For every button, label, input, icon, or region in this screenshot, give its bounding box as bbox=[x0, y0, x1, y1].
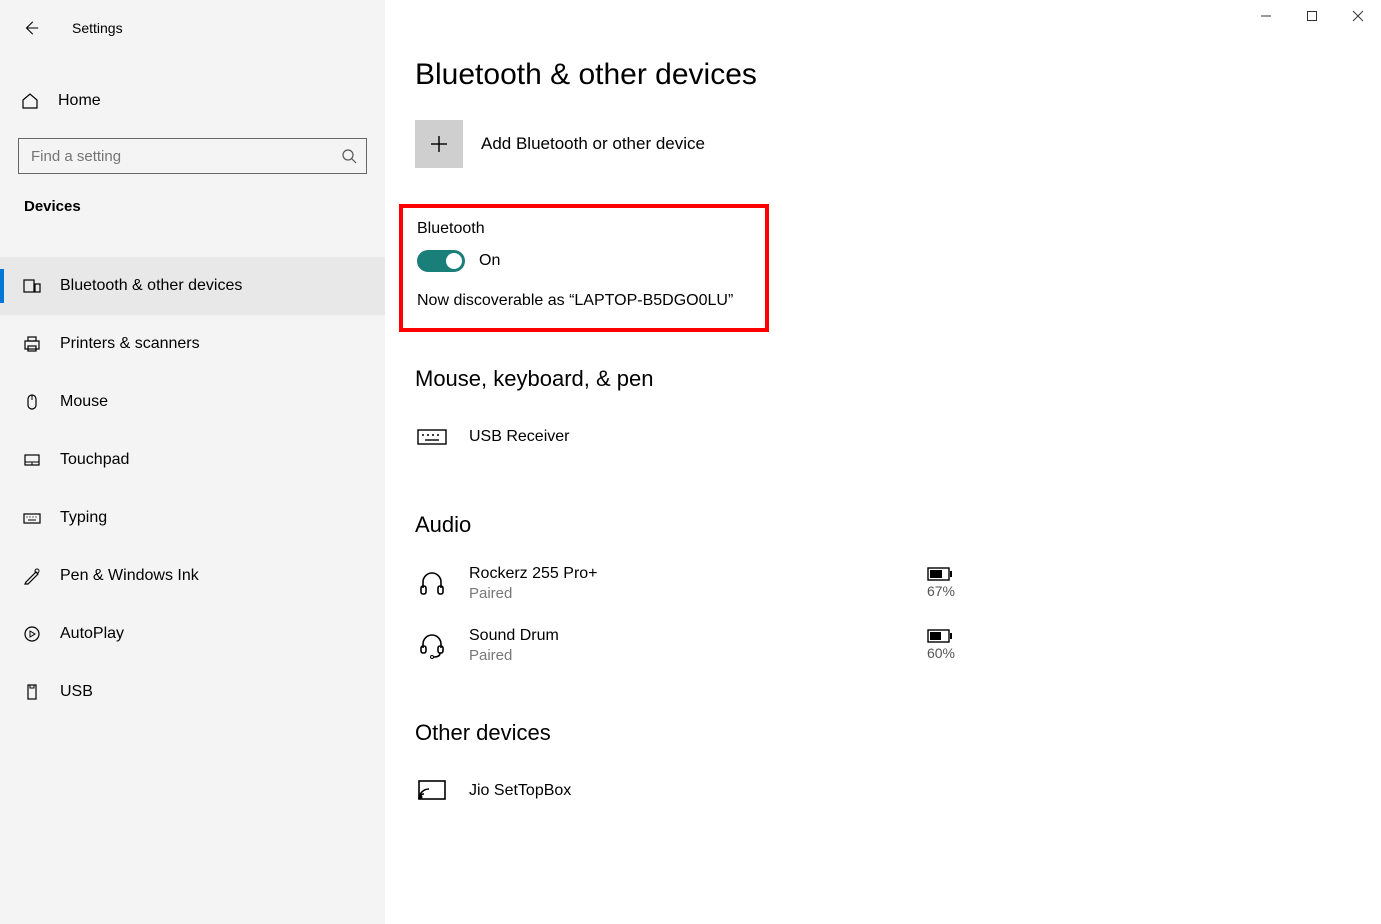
search-input[interactable] bbox=[18, 138, 367, 174]
sidebar-item-bluetooth[interactable]: Bluetooth & other devices bbox=[0, 257, 385, 315]
mouse-icon bbox=[22, 392, 42, 412]
sidebar-item-typing[interactable]: Typing bbox=[0, 489, 385, 547]
page-title: Bluetooth & other devices bbox=[415, 58, 1381, 92]
battery-percent: 60% bbox=[927, 645, 955, 661]
device-name: USB Receiver bbox=[469, 428, 955, 446]
titlebar bbox=[0, 0, 1381, 36]
sidebar-item-pen[interactable]: Pen & Windows Ink bbox=[0, 547, 385, 605]
window-controls bbox=[1243, 0, 1381, 32]
battery-icon bbox=[927, 629, 953, 643]
sidebar-item-label: Pen & Windows Ink bbox=[60, 567, 199, 585]
sidebar-item-label: Touchpad bbox=[60, 451, 129, 469]
section-mouse-keyboard: Mouse, keyboard, & pen USB Receiver bbox=[415, 366, 1381, 468]
keyboard-icon bbox=[22, 508, 42, 528]
device-item[interactable]: Sound Drum Paired 60% bbox=[415, 614, 955, 676]
device-battery: 67% bbox=[927, 567, 955, 599]
autoplay-icon bbox=[22, 624, 42, 644]
maximize-button[interactable] bbox=[1289, 0, 1335, 32]
battery-percent: 67% bbox=[927, 583, 955, 599]
headset-icon bbox=[415, 628, 449, 662]
sidebar-item-label: Typing bbox=[60, 509, 107, 527]
sidebar-item-mouse[interactable]: Mouse bbox=[0, 373, 385, 431]
sidebar: Settings Home Devices Bluetooth & other … bbox=[0, 0, 385, 924]
sidebar-item-usb[interactable]: USB bbox=[0, 663, 385, 721]
device-item[interactable]: Jio SetTopBox bbox=[415, 760, 955, 822]
bluetooth-highlight: Bluetooth On Now discoverable as “LAPTOP… bbox=[399, 204, 769, 332]
battery-icon bbox=[927, 567, 953, 581]
device-name: Rockerz 255 Pro+ bbox=[469, 565, 907, 583]
device-battery: 60% bbox=[927, 629, 955, 661]
section-title: Mouse, keyboard, & pen bbox=[415, 366, 1381, 392]
device-status: Paired bbox=[469, 647, 907, 664]
sidebar-nav: Bluetooth & other devices Printers & sca… bbox=[0, 257, 385, 721]
usb-icon bbox=[22, 682, 42, 702]
section-other: Other devices Jio SetTopBox bbox=[415, 720, 1381, 822]
sidebar-item-label: USB bbox=[60, 683, 93, 701]
section-audio: Audio Rockerz 255 Pro+ Paired 67% Sound … bbox=[415, 512, 1381, 676]
sidebar-item-label: AutoPlay bbox=[60, 625, 124, 643]
touchpad-icon bbox=[22, 450, 42, 470]
bluetooth-label: Bluetooth bbox=[417, 220, 751, 238]
bluetooth-toggle[interactable] bbox=[417, 250, 465, 272]
close-button[interactable] bbox=[1335, 0, 1381, 32]
home-icon bbox=[20, 91, 40, 111]
keyboard-device-icon bbox=[415, 420, 449, 454]
sidebar-item-label: Mouse bbox=[60, 393, 108, 411]
device-status: Paired bbox=[469, 585, 907, 602]
sidebar-item-printers[interactable]: Printers & scanners bbox=[0, 315, 385, 373]
home-button[interactable]: Home bbox=[0, 72, 385, 130]
headphones-icon bbox=[415, 566, 449, 600]
home-label: Home bbox=[58, 92, 101, 110]
sidebar-item-touchpad[interactable]: Touchpad bbox=[0, 431, 385, 489]
sidebar-item-label: Printers & scanners bbox=[60, 335, 200, 353]
device-name: Sound Drum bbox=[469, 627, 907, 645]
device-item[interactable]: USB Receiver bbox=[415, 406, 955, 468]
main-content: Bluetooth & other devices Add Bluetooth … bbox=[415, 58, 1381, 924]
printer-icon bbox=[22, 334, 42, 354]
cast-icon bbox=[415, 774, 449, 808]
pen-icon bbox=[22, 566, 42, 586]
device-item[interactable]: Rockerz 255 Pro+ Paired 67% bbox=[415, 552, 955, 614]
minimize-button[interactable] bbox=[1243, 0, 1289, 32]
sidebar-item-autoplay[interactable]: AutoPlay bbox=[0, 605, 385, 663]
add-device-button[interactable]: Add Bluetooth or other device bbox=[415, 120, 1381, 168]
discoverable-text: Now discoverable as “LAPTOP-B5DGO0LU” bbox=[417, 292, 733, 309]
section-title: Other devices bbox=[415, 720, 1381, 746]
sidebar-category: Devices bbox=[0, 174, 385, 229]
add-device-label: Add Bluetooth or other device bbox=[481, 134, 705, 154]
plus-icon bbox=[415, 120, 463, 168]
bluetooth-devices-icon bbox=[22, 276, 42, 296]
device-name: Jio SetTopBox bbox=[469, 782, 955, 800]
section-title: Audio bbox=[415, 512, 1381, 538]
bluetooth-state: On bbox=[479, 252, 500, 270]
search-icon bbox=[341, 148, 357, 164]
sidebar-item-label: Bluetooth & other devices bbox=[60, 277, 242, 295]
